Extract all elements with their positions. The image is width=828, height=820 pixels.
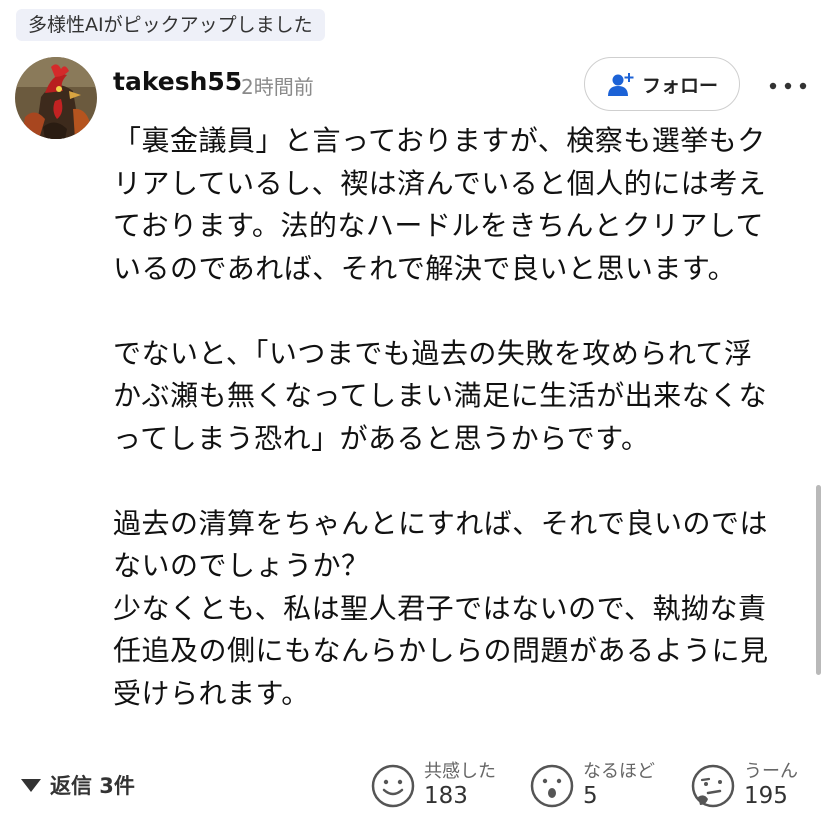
comment-body: 「裏金議員」と言っておりますが、検察も選挙もク リアしているし、禊は済んでいると… — [113, 120, 813, 715]
comment-line: ないのでしょうか？ — [113, 549, 370, 582]
more-dots-icon — [768, 82, 808, 90]
scrollbar[interactable] — [816, 485, 821, 675]
reaction-label: うーん — [744, 761, 798, 783]
reaction-texts: うーん 195 — [744, 762, 798, 809]
post-timestamp: 2時間前 — [241, 75, 314, 99]
comment-line: 少なくとも、私は聖人君子ではないので、執拗な責 — [113, 591, 767, 625]
reaction-count: 183 — [424, 783, 468, 810]
replies-label: 返信 3件 — [50, 774, 135, 798]
reaction-label: 共感した — [424, 761, 496, 783]
comment-line: ております。法的なハードルをきちんとクリアして — [113, 209, 765, 242]
comment-line: 受けられます。 — [113, 676, 310, 710]
ai-pickup-badge: 多様性AIがピックアップしました — [16, 9, 325, 41]
comment-line: いるのであれば、それで解決で良いと思います。 — [113, 251, 737, 285]
follow-button-label: フォロー — [641, 74, 718, 97]
rooster-avatar-image — [15, 57, 97, 139]
surprised-face-icon — [529, 763, 575, 809]
comment-line: ってしまう恐れ」があると思うからです。 — [113, 421, 650, 455]
reaction-texts: 共感した 183 — [424, 762, 496, 809]
comment-line: 「裏金議員」と言っておりますが、検察も選挙もク — [113, 124, 766, 157]
reaction-understand-button[interactable]: なるほど 5 — [529, 757, 655, 815]
smile-face-icon — [370, 763, 416, 809]
reaction-count: 195 — [744, 783, 788, 810]
more-options-button[interactable] — [764, 68, 812, 104]
avatar[interactable] — [15, 57, 97, 139]
comment-line: 過去の清算をちゃんとにすれば、それで良いのでは — [113, 506, 768, 540]
reaction-label: なるほど — [583, 761, 655, 783]
username[interactable]: takesh55 — [113, 67, 242, 96]
replies-toggle[interactable]: 返信 3件 — [20, 768, 135, 802]
triangle-down-icon — [20, 777, 42, 793]
follow-button[interactable]: フォロー — [584, 57, 740, 111]
comment-line: でないと、「いつまでも過去の失敗を攻められて浮 — [113, 336, 753, 370]
thinking-face-icon — [690, 763, 736, 809]
reaction-hmm-button[interactable]: うーん 195 — [690, 757, 798, 815]
comment-line: 任追及の側にもなんらかしらの問題があるように見 — [113, 634, 769, 667]
reaction-empathy-button[interactable]: 共感した 183 — [370, 757, 496, 815]
reaction-texts: なるほど 5 — [583, 762, 655, 809]
comment-line: かぶ瀬も無くなってしまい満足に生活が出来なくな — [113, 379, 768, 412]
add-user-icon — [606, 71, 636, 97]
reaction-count: 5 — [583, 783, 598, 810]
comment-line: リアしているし、禊は済んでいると個人的には考え — [113, 166, 767, 200]
